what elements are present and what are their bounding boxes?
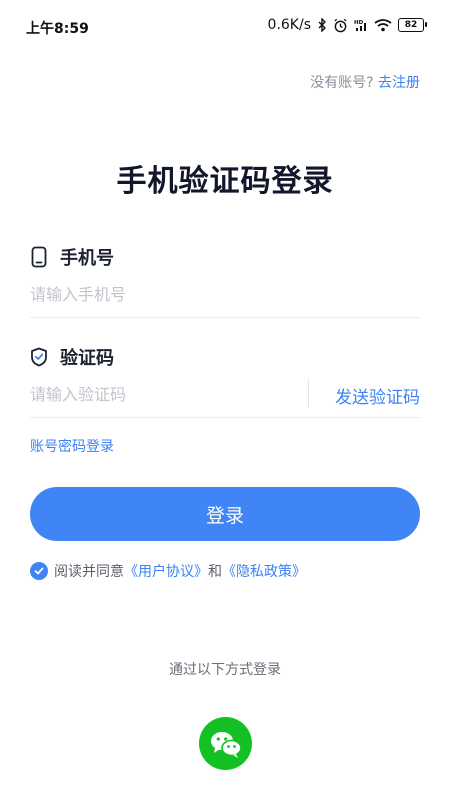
code-label: 验证码 <box>60 348 114 369</box>
alarm-icon <box>334 18 347 32</box>
other-login-text: 通过以下方式登录 <box>169 662 281 678</box>
agreement-prefix: 阅读并同意 <box>54 564 124 580</box>
hd-signal-icon: HD <box>354 20 366 31</box>
phone-input[interactable] <box>30 274 420 314</box>
code-input[interactable] <box>30 374 290 414</box>
code-label-row: 验证码 <box>30 344 114 370</box>
wechat-login-button[interactable] <box>199 717 252 770</box>
page-title: 手机验证码登录 <box>116 164 334 199</box>
code-divider <box>30 417 420 418</box>
register-prompt: 没有账号? 去注册 <box>310 72 420 92</box>
login-button[interactable]: 登录 <box>30 487 420 541</box>
register-link[interactable]: 去注册 <box>378 75 420 91</box>
no-account-text: 没有账号? <box>310 75 374 91</box>
net-speed: 0.6K/s <box>267 17 311 33</box>
wechat-icon <box>210 731 242 758</box>
wifi-icon <box>374 19 392 32</box>
agreement-and: 和 <box>208 564 222 580</box>
check-icon <box>34 567 44 575</box>
battery-level: 82 <box>404 20 418 30</box>
password-login-link[interactable]: 账号密码登录 <box>30 436 114 456</box>
svg-text:HD: HD <box>354 20 364 26</box>
phone-label-row: 手机号 <box>30 244 114 270</box>
user-agreement-link[interactable]: 《用户协议》 <box>124 561 208 581</box>
phone-label: 手机号 <box>60 248 114 269</box>
privacy-policy-link[interactable]: 《隐私政策》 <box>222 561 306 581</box>
battery-icon: 82 <box>398 18 427 32</box>
phone-icon <box>31 246 47 268</box>
shield-icon <box>31 347 47 367</box>
phone-divider <box>30 317 420 318</box>
status-time: 上午8:59 <box>26 21 89 37</box>
bluetooth-icon <box>318 18 326 32</box>
status-icons: 0.6K/s HD 82 <box>267 17 427 33</box>
code-separator <box>308 379 309 407</box>
send-code-button[interactable]: 发送验证码 <box>335 383 420 408</box>
agreement-row: 阅读并同意 《用户协议》 和 《隐私政策》 <box>30 561 306 581</box>
agreement-checkbox[interactable] <box>30 562 48 580</box>
